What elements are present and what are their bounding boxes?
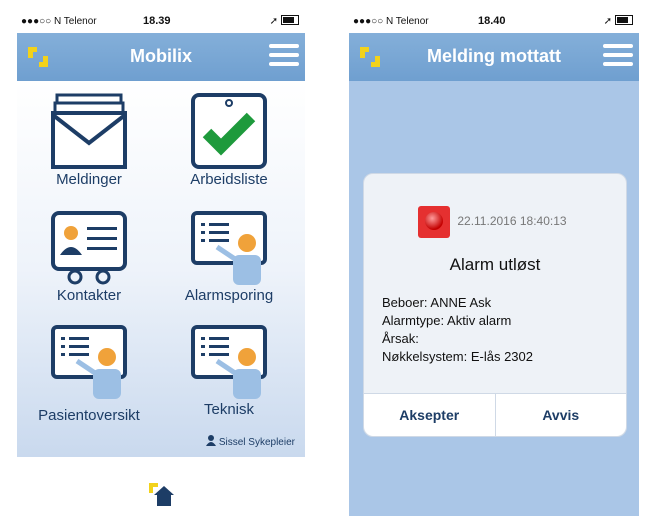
page-title: Melding mottatt (427, 46, 561, 66)
hamburger-menu-icon[interactable] (603, 44, 633, 70)
clock: 18.39 (143, 15, 171, 27)
detail-cause: Årsak: (382, 331, 419, 346)
message-screen: ●●●○○ N Telenor 18.40 ➚ Melding mottatt … (349, 11, 639, 516)
alarm-details: Beboer: ANNE Ask Alarmtype: Aktiv alarm … (382, 294, 533, 366)
tile-alarmsporing[interactable]: Alarmsporing (159, 209, 299, 304)
page-title: Mobilix (130, 46, 192, 66)
dialog-actions: Aksepter Avvis (364, 393, 626, 436)
alarm-header: 22.11.2016 18:40:13 (418, 206, 567, 238)
nav-bar: Melding mottatt (349, 33, 639, 81)
hamburger-menu-icon[interactable] (269, 44, 299, 70)
presentation-person-icon (191, 325, 267, 399)
tile-kontakter[interactable]: Kontakter (19, 209, 159, 304)
battery-icon: ➚ (604, 15, 633, 27)
tile-arbeidsliste[interactable]: Arbeidsliste (159, 91, 299, 188)
tile-meldinger[interactable]: Meldinger (19, 91, 159, 188)
tile-label: Alarmsporing (184, 287, 274, 304)
user-icon (206, 435, 217, 446)
tile-label: Kontakter (56, 287, 122, 304)
tile-label: Pasientoversikt (38, 407, 140, 424)
message-background: 22.11.2016 18:40:13 Alarm utløst Beboer:… (349, 81, 639, 516)
alarm-timestamp: 22.11.2016 18:40:13 (457, 214, 567, 229)
bottom-bar (17, 457, 305, 516)
detail-resident: Beboer: ANNE Ask (382, 295, 492, 310)
tile-label: Meldinger (56, 171, 122, 188)
clock: 18.40 (478, 15, 506, 27)
home-screen: ●●●○○ N Telenor 18.39 ➚ Mobilix Meldinge… (17, 11, 305, 516)
tile-pasientoversikt[interactable]: Pasientoversikt (19, 323, 159, 424)
tile-teknisk[interactable]: Teknisk (159, 323, 299, 418)
alarm-light-icon (418, 206, 450, 238)
alarm-dialog: 22.11.2016 18:40:13 Alarm utløst Beboer:… (363, 173, 627, 437)
carrier-label: ●●●○○ N Telenor (353, 16, 429, 27)
status-bar: ●●●○○ N Telenor 18.39 ➚ (17, 11, 305, 33)
tile-label: Arbeidsliste (190, 171, 268, 188)
nav-bar: Mobilix (17, 33, 305, 81)
reject-button[interactable]: Avvis (495, 394, 626, 436)
presentation-person-icon (191, 211, 267, 285)
envelope-stack-icon (51, 93, 127, 169)
presentation-person-icon (51, 325, 127, 399)
contact-card-icon (51, 211, 127, 285)
user-name: Sissel Sykepleier (218, 437, 295, 448)
detail-alarm-type: Alarmtype: Aktiv alarm (382, 313, 512, 328)
accept-button[interactable]: Aksepter (364, 394, 496, 436)
carrier-label: ●●●○○ N Telenor (21, 16, 97, 27)
checklist-icon (191, 93, 267, 169)
detail-key-system: Nøkkelsystem: E-lås 2302 (382, 349, 533, 364)
tile-label: Teknisk (203, 401, 255, 418)
status-bar: ●●●○○ N Telenor 18.40 ➚ (349, 11, 639, 33)
alarm-title: Alarm utløst (449, 255, 541, 274)
battery-icon: ➚ (270, 15, 299, 27)
home-grid: Meldinger Arbeidsliste Kontakter Alarmsp… (17, 81, 305, 457)
home-icon[interactable] (147, 481, 175, 507)
current-user: Sissel Sykepleier (206, 435, 295, 448)
